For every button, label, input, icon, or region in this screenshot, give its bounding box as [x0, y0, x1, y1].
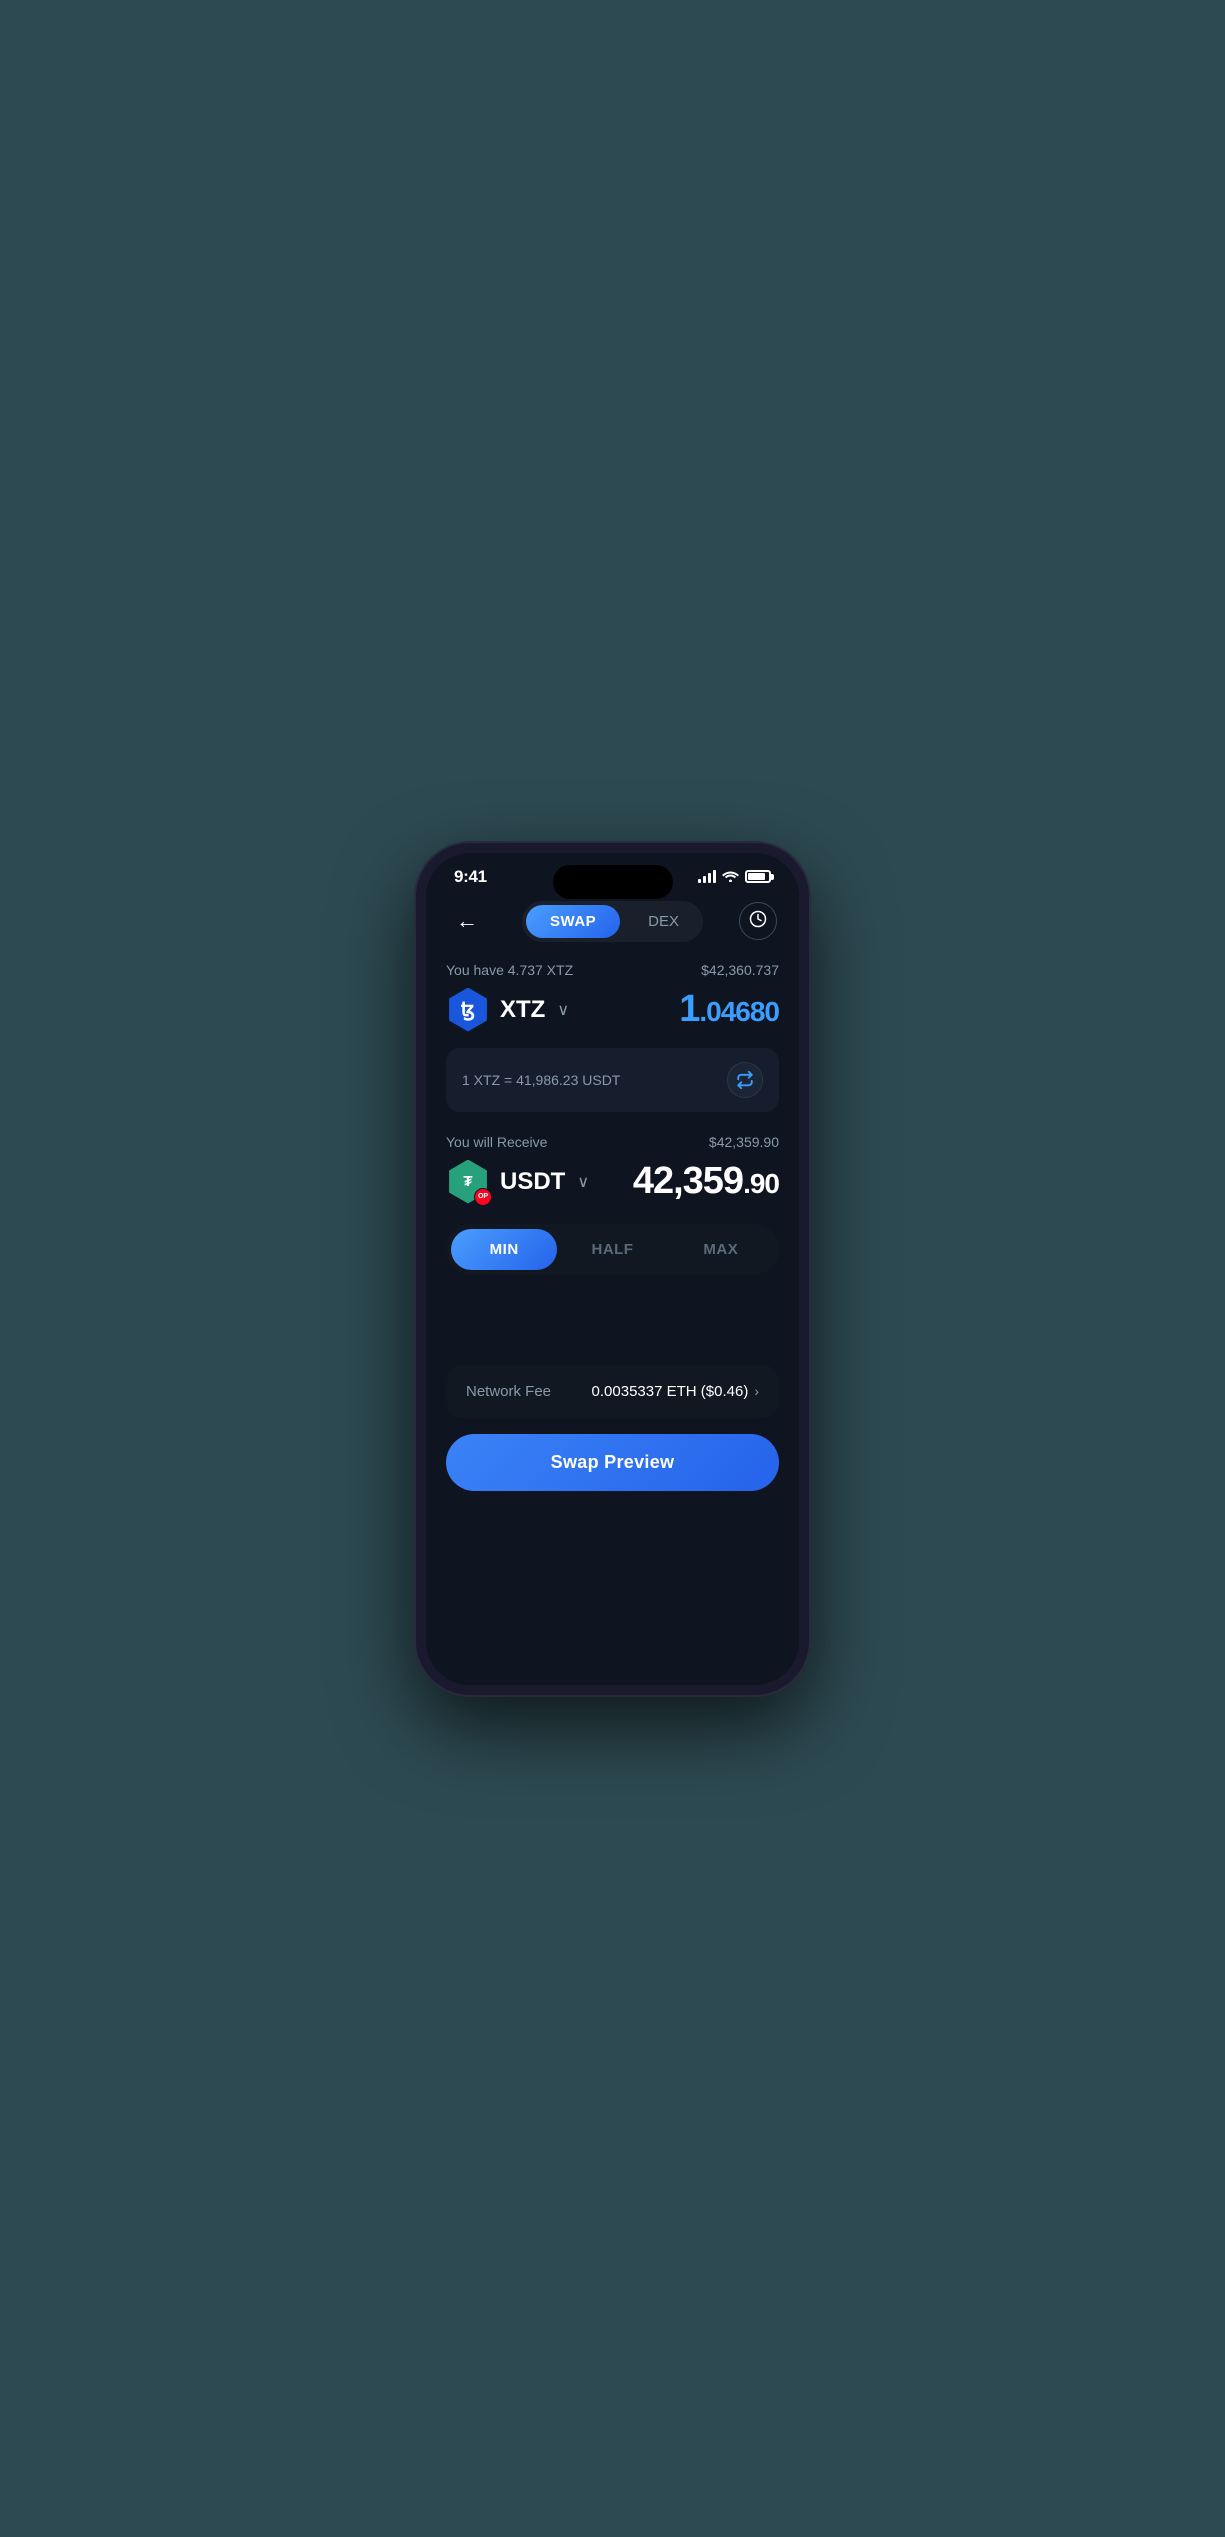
to-token-selector[interactable]: ₮ OP USDT ∨ [446, 1160, 589, 1204]
main-content: You have 4.737 XTZ $42,360.737 ꜩ XTZ ∨ 1… [426, 954, 799, 1685]
signal-icon [698, 871, 716, 883]
tab-swap[interactable]: SWAP [526, 905, 620, 938]
amount-preset-buttons: MIN HALF MAX [446, 1224, 779, 1275]
from-token-row: ꜩ XTZ ∨ 1.04680 [446, 988, 779, 1032]
tab-group: SWAP DEX [522, 901, 703, 942]
half-button[interactable]: HALF [559, 1229, 665, 1270]
exchange-rate-row: 1 XTZ = 41,986.23 USDT [446, 1048, 779, 1112]
status-icons [698, 869, 771, 885]
wifi-icon [722, 869, 739, 885]
to-amount-whole: 42,359.90 [633, 1160, 779, 1202]
back-button[interactable]: ← [448, 902, 486, 940]
network-fee-section[interactable]: Network Fee 0.0035337 ETH ($0.46) › [446, 1365, 779, 1418]
back-arrow-icon: ← [456, 908, 478, 934]
tab-dex[interactable]: DEX [628, 905, 699, 938]
network-fee-chevron-icon: › [754, 1383, 759, 1399]
to-receive-row: You will Receive $42,359.90 [446, 1134, 779, 1150]
network-fee-amount: 0.0035337 ETH ($0.46) [592, 1383, 749, 1400]
to-token-row: ₮ OP USDT ∨ 42,359.90 [446, 1160, 779, 1204]
battery-fill [748, 873, 765, 880]
max-button[interactable]: MAX [668, 1229, 774, 1270]
from-token-name: XTZ [500, 996, 545, 1024]
swap-direction-button[interactable] [727, 1062, 763, 1098]
usdt-icon-wrapper: ₮ OP [446, 1160, 490, 1204]
min-button[interactable]: MIN [451, 1229, 557, 1270]
network-fee-value: 0.0035337 ETH ($0.46) › [592, 1383, 759, 1400]
to-token-name: USDT [500, 1168, 565, 1196]
swap-preview-button[interactable]: Swap Preview [446, 1434, 779, 1491]
dynamic-island [553, 865, 673, 899]
to-token-amount: 42,359.90 [633, 1160, 779, 1203]
from-token-chevron-icon: ∨ [557, 1000, 569, 1020]
from-token-amount[interactable]: 1.04680 [679, 988, 779, 1031]
status-time: 9:41 [454, 867, 487, 887]
from-token-selector[interactable]: ꜩ XTZ ∨ [446, 988, 569, 1032]
from-balance-usd: $42,360.737 [701, 962, 779, 978]
exchange-rate-text: 1 XTZ = 41,986.23 USDT [462, 1072, 620, 1088]
network-fee-label: Network Fee [466, 1383, 551, 1400]
battery-icon [745, 870, 771, 883]
history-button[interactable] [739, 902, 777, 940]
spacer [446, 1295, 779, 1355]
xtz-icon: ꜩ [446, 988, 490, 1032]
to-receive-usd: $42,359.90 [709, 1134, 779, 1150]
from-balance-label: You have 4.737 XTZ [446, 962, 573, 978]
nav-header: ← SWAP DEX [426, 893, 799, 954]
to-receive-label: You will Receive [446, 1134, 547, 1150]
history-icon [749, 910, 767, 933]
to-token-chevron-icon: ∨ [577, 1172, 589, 1192]
op-badge: OP [474, 1188, 492, 1206]
from-amount-whole: 1.04680 [679, 988, 779, 1030]
from-balance-row: You have 4.737 XTZ $42,360.737 [446, 962, 779, 978]
